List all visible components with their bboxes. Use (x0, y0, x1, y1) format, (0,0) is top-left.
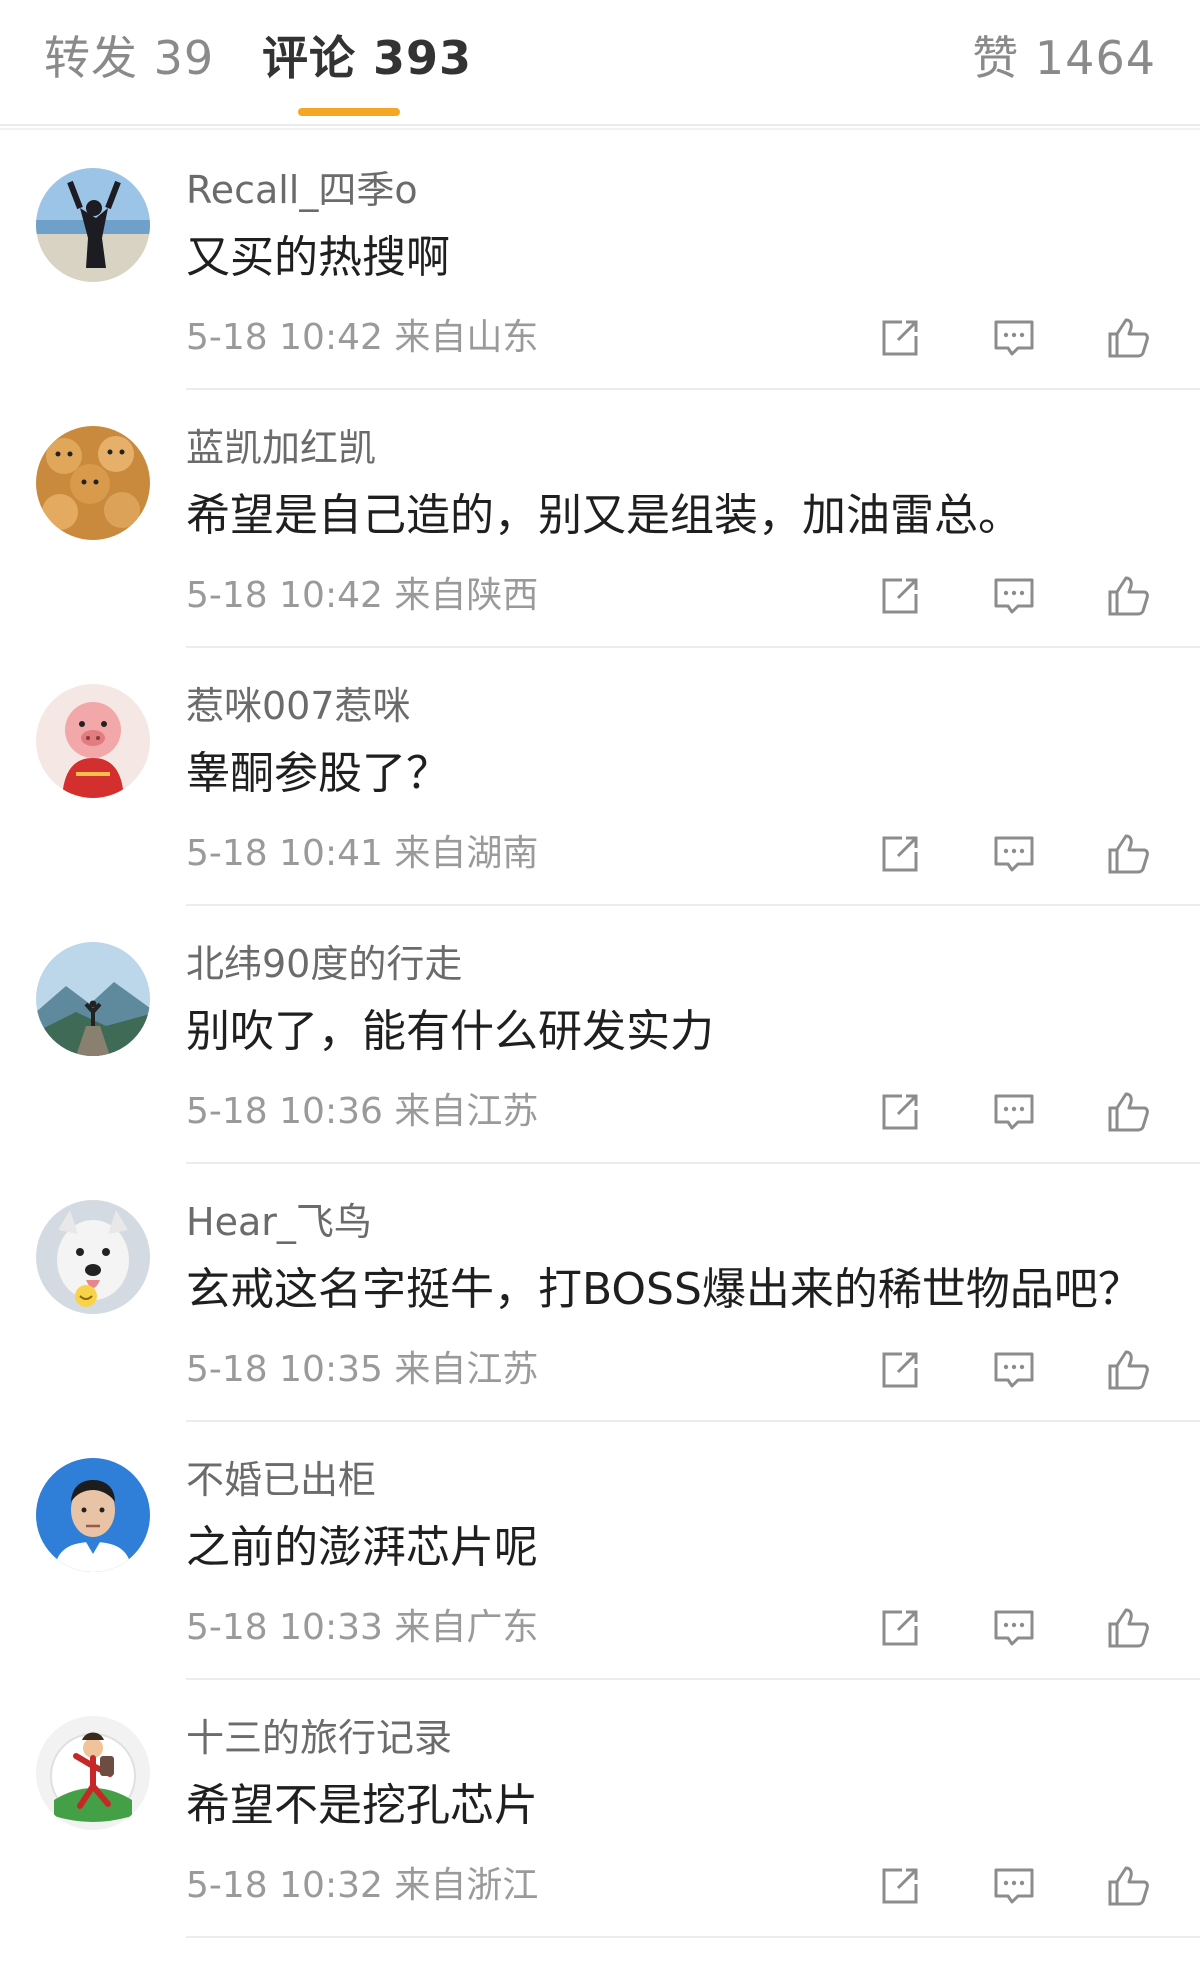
username[interactable]: 惹咪007惹咪 (186, 682, 411, 730)
avatar[interactable] (36, 942, 150, 1056)
username[interactable]: Hear_飞鸟 (186, 1198, 372, 1246)
tab-bar: 转发 39 评论 393 赞 1464 (0, 0, 1200, 130)
thumbs-up-icon[interactable] (1102, 1086, 1154, 1138)
comment-bubble-icon[interactable] (988, 828, 1040, 880)
comment-actions (870, 1860, 1170, 1912)
thumbs-up-icon[interactable] (1102, 1344, 1154, 1396)
active-tab-indicator (298, 108, 400, 116)
comment-bubble-icon[interactable] (988, 1344, 1040, 1396)
tab-comments[interactable]: 评论 393 (262, 28, 472, 88)
share-external-icon[interactable] (874, 312, 926, 364)
username[interactable]: 蓝凯加红凯 (186, 424, 376, 472)
comment-item: 北纬90度的行走 别吹了，能有什么研发实力 5-18 10:36 来自江苏 (0, 906, 1200, 1164)
comment-text: 玄戒这名字挺牛，打BOSS爆出来的稀世物品吧？ (186, 1264, 1142, 1315)
username[interactable]: 十三的旅行记录 (186, 1714, 452, 1762)
comment-text: 希望是自己造的，别又是组装，加油雷总。 (186, 490, 1022, 541)
avatar[interactable] (36, 1458, 150, 1572)
share-external-icon[interactable] (874, 1086, 926, 1138)
username[interactable]: 北纬90度的行走 (186, 940, 462, 988)
thumbs-up-icon[interactable] (1102, 1860, 1154, 1912)
avatar[interactable] (36, 1200, 150, 1314)
comment-text: 之前的澎湃芯片呢 (186, 1522, 538, 1573)
comment-text: 睾酮参股了？ (186, 748, 450, 799)
avatar[interactable] (36, 684, 150, 798)
comment-meta: 5-18 10:42 来自陕西 (186, 575, 539, 616)
comment-actions (870, 570, 1170, 622)
thumbs-up-icon[interactable] (1102, 312, 1154, 364)
comment-item: Recall_四季o 又买的热搜啊 5-18 10:42 来自山东 (0, 132, 1200, 390)
comment-meta: 5-18 10:42 来自山东 (186, 317, 539, 358)
comment-bubble-icon[interactable] (988, 1602, 1040, 1654)
avatar[interactable] (36, 168, 150, 282)
share-external-icon[interactable] (874, 1602, 926, 1654)
comment-bubble-icon[interactable] (988, 570, 1040, 622)
comment-actions (870, 1344, 1170, 1396)
tab-likes[interactable]: 赞 1464 (972, 28, 1156, 88)
avatar[interactable] (36, 426, 150, 540)
comment-list: Recall_四季o 又买的热搜啊 5-18 10:42 来自山东 蓝凯加红凯 … (0, 132, 1200, 1938)
thumbs-up-icon[interactable] (1102, 570, 1154, 622)
comment-item: 惹咪007惹咪 睾酮参股了？ 5-18 10:41 来自湖南 (0, 648, 1200, 906)
comment-item: 十三的旅行记录 希望不是挖孔芯片 5-18 10:32 来自浙江 (0, 1680, 1200, 1938)
comment-meta: 5-18 10:41 来自湖南 (186, 833, 539, 874)
comment-actions (870, 1602, 1170, 1654)
tab-divider (0, 128, 1200, 130)
comment-meta: 5-18 10:35 来自江苏 (186, 1349, 539, 1390)
comment-item: 不婚已出柜 之前的澎湃芯片呢 5-18 10:33 来自广东 (0, 1422, 1200, 1680)
comment-item: Hear_飞鸟 玄戒这名字挺牛，打BOSS爆出来的稀世物品吧？ 5-18 10:… (0, 1164, 1200, 1422)
comment-meta: 5-18 10:36 来自江苏 (186, 1091, 539, 1132)
comment-actions (870, 1086, 1170, 1138)
comment-text: 希望不是挖孔芯片 (186, 1780, 538, 1831)
comment-divider (186, 1936, 1200, 1938)
comment-meta: 5-18 10:33 来自广东 (186, 1607, 539, 1648)
share-external-icon[interactable] (874, 570, 926, 622)
share-external-icon[interactable] (874, 828, 926, 880)
thumbs-up-icon[interactable] (1102, 1602, 1154, 1654)
comment-bubble-icon[interactable] (988, 1860, 1040, 1912)
comment-meta: 5-18 10:32 来自浙江 (186, 1865, 539, 1906)
comment-text: 又买的热搜啊 (186, 232, 450, 283)
comment-item: 蓝凯加红凯 希望是自己造的，别又是组装，加油雷总。 5-18 10:42 来自陕… (0, 390, 1200, 648)
comment-bubble-icon[interactable] (988, 1086, 1040, 1138)
username[interactable]: Recall_四季o (186, 166, 418, 214)
thumbs-up-icon[interactable] (1102, 828, 1154, 880)
comment-text: 别吹了，能有什么研发实力 (186, 1006, 714, 1057)
comment-bubble-icon[interactable] (988, 312, 1040, 364)
comment-actions (870, 312, 1170, 364)
tab-reposts[interactable]: 转发 39 (44, 28, 214, 88)
share-external-icon[interactable] (874, 1860, 926, 1912)
comment-actions (870, 828, 1170, 880)
avatar[interactable] (36, 1716, 150, 1830)
username[interactable]: 不婚已出柜 (186, 1456, 376, 1504)
share-external-icon[interactable] (874, 1344, 926, 1396)
